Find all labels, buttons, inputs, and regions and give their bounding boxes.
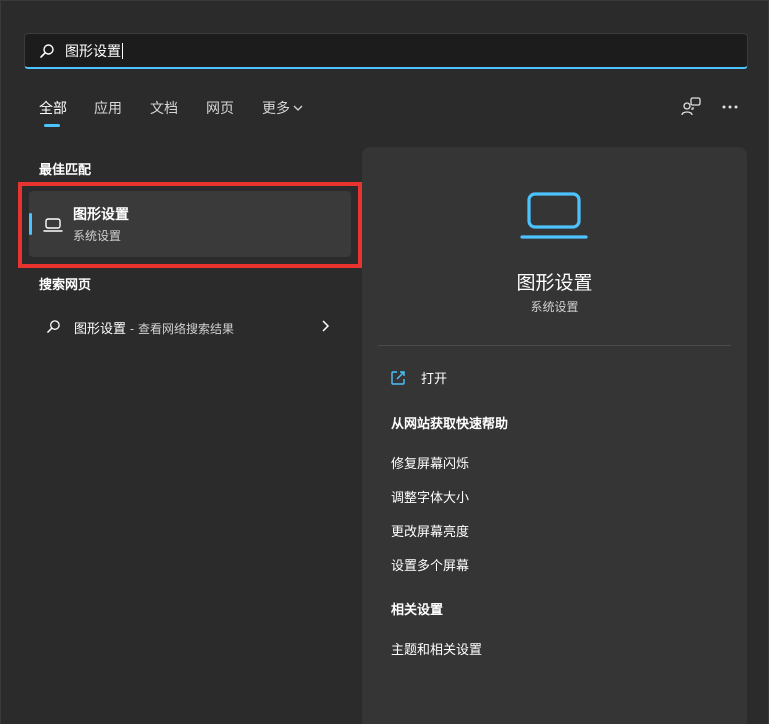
laptop-icon [520,192,588,239]
result-detail-pane: 图形设置 系统设置 打开 从网站获取快速帮助 修复屏幕闪烁 调整字体大小 更改屏… [362,147,747,724]
search-input[interactable]: 图形设置 [65,41,123,61]
more-options-icon[interactable] [720,97,742,117]
divider [378,345,731,346]
open-external-icon [391,371,405,385]
help-link-multi-display[interactable]: 设置多个屏幕 [391,555,469,574]
tab-apps[interactable]: 应用 [94,98,122,118]
tab-all[interactable]: 全部 [39,98,67,118]
tab-more[interactable]: 更多 [262,98,303,118]
chevron-down-icon [293,105,303,111]
search-panel: 图形设置 全部 应用 文档 网页 更多 最佳匹配 图形设置 系统设置 搜索网页 [0,0,769,724]
help-link-fix-flicker[interactable]: 修复屏幕闪烁 [391,453,469,472]
related-link-themes[interactable]: 主题和相关设置 [391,639,482,658]
detail-title: 图形设置 [516,272,593,294]
help-heading: 从网站获取快速帮助 [391,417,509,432]
tab-web[interactable]: 网页 [206,98,234,118]
search-box[interactable]: 图形设置 [24,33,748,69]
web-search-suffix: - 查看网络搜索结果 [126,322,234,336]
active-tab-indicator [44,124,60,127]
help-link-brightness[interactable]: 更改屏幕亮度 [391,521,469,540]
search-icon [40,44,54,58]
web-search-text: 图形设置 - 查看网络搜索结果 [74,318,234,337]
best-match-heading: 最佳匹配 [39,163,92,178]
chevron-right-icon[interactable] [321,319,331,333]
web-search-heading: 搜索网页 [39,278,92,293]
tab-more-label: 更多 [262,101,290,117]
web-search-query: 图形设置 [74,322,127,337]
text-caret [122,43,123,59]
search-icon [47,320,60,333]
help-link-font-size[interactable]: 调整字体大小 [391,487,469,506]
web-search-result[interactable]: 图形设置 - 查看网络搜索结果 [39,313,339,341]
account-switch-icon[interactable] [680,97,702,117]
annotation-highlight [18,182,362,268]
open-label: 打开 [421,372,448,387]
related-settings-heading: 相关设置 [391,603,444,618]
tab-documents[interactable]: 文档 [150,98,178,118]
detail-subtitle: 系统设置 [530,300,579,314]
